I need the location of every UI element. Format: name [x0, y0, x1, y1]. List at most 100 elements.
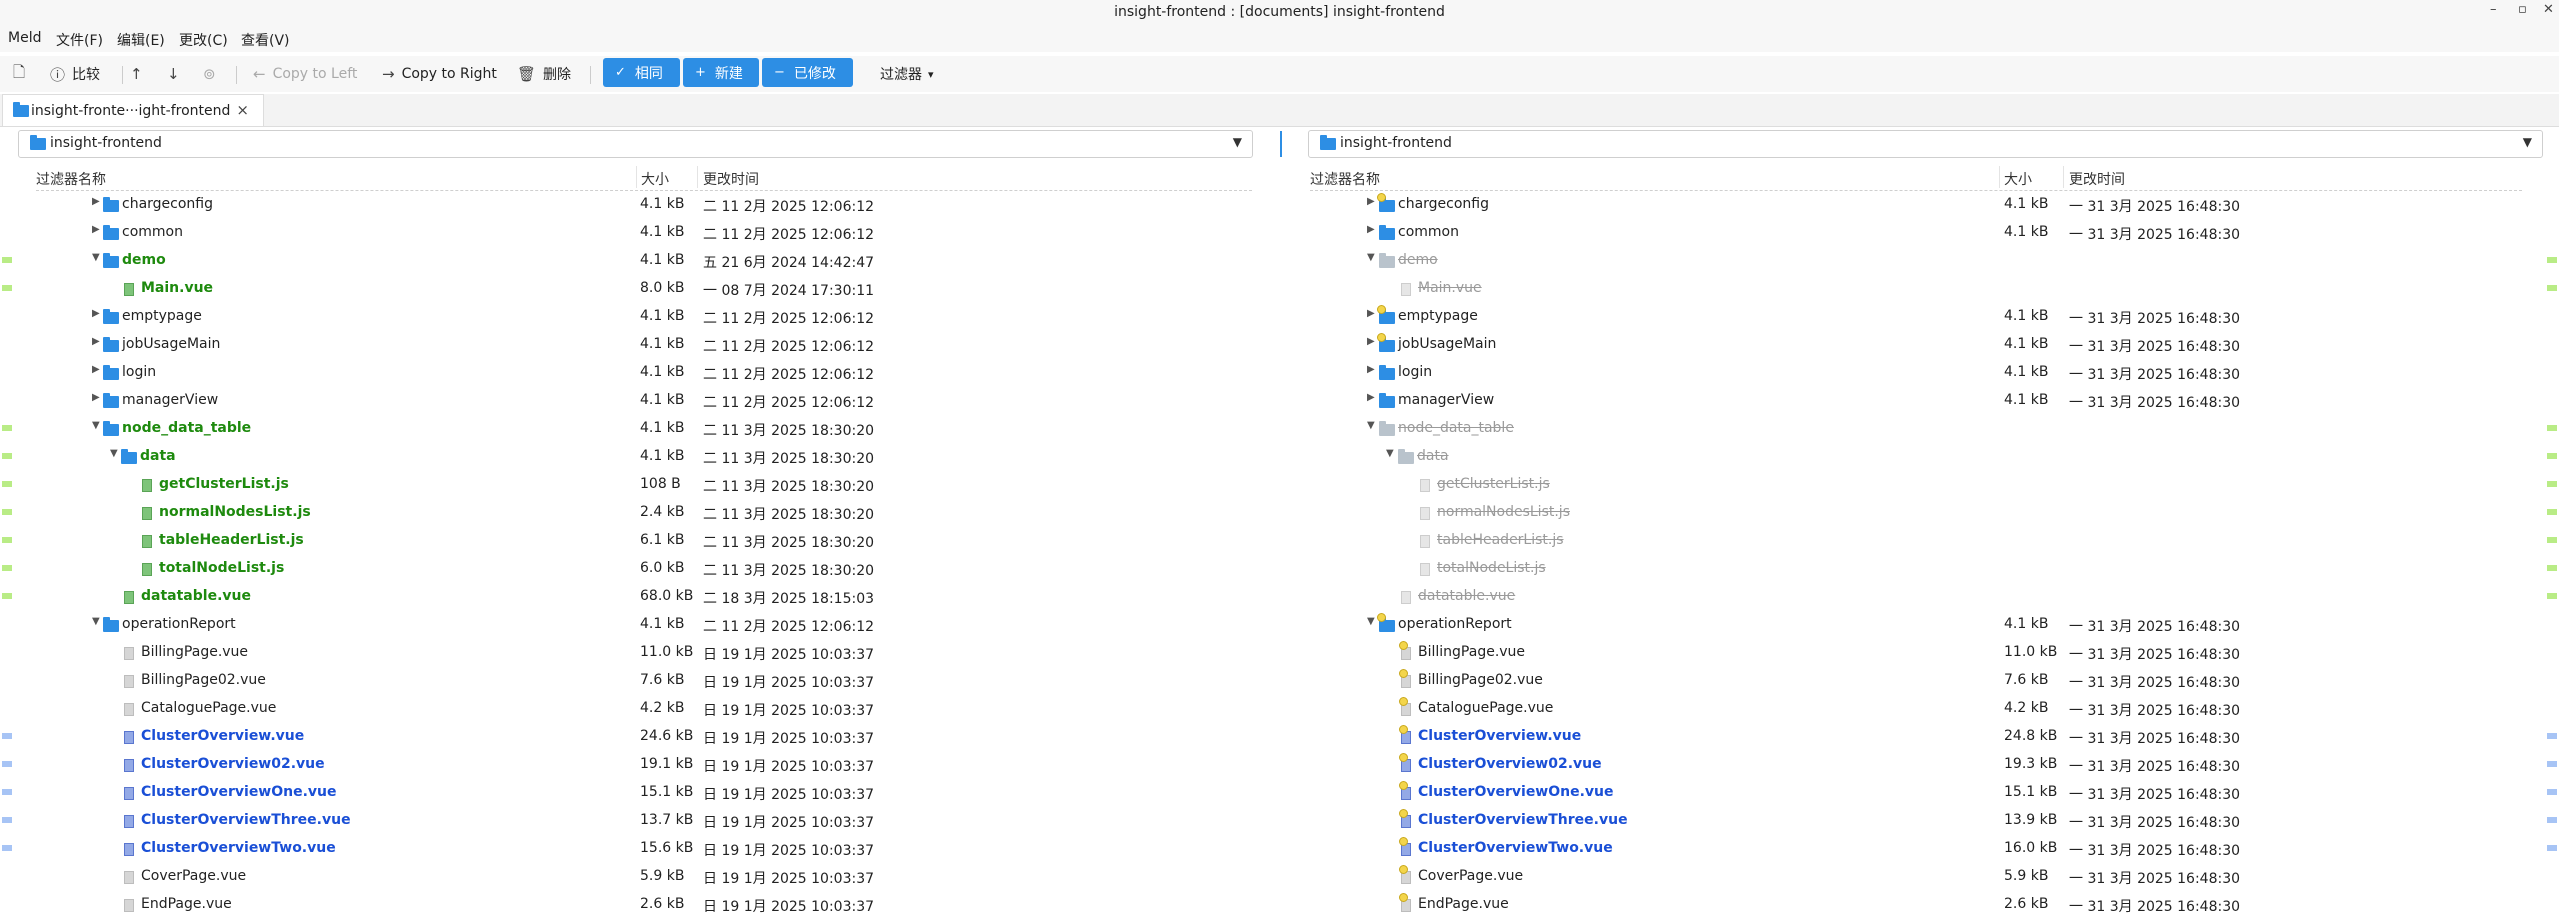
- expander-right-icon[interactable]: ▶: [1367, 308, 1375, 319]
- right-tree-row[interactable]: ClusterOverviewTwo.vue 16.0 kB 一 31 3月 202…: [0, 835, 2559, 863]
- show-same-toggle[interactable]: ✓ 相同: [603, 58, 680, 87]
- menu-changes[interactable]: 更改(C): [179, 30, 228, 50]
- right-tree-row[interactable]: ▶ common 4.1 kB 一 31 3月 2025 16:48:30: [0, 219, 2559, 247]
- left-gutter-marker: [2, 789, 12, 795]
- right-tree-row[interactable]: EndPage.vue 2.6 kB 一 31 3月 2025 16:48:30: [0, 891, 2559, 919]
- item-name: jobUsageMain: [1398, 336, 1497, 352]
- filter-label: 过滤器: [880, 67, 922, 83]
- new-comparison-button[interactable]: 🗋: [13, 62, 32, 86]
- copy-to-left-button[interactable]: ← Copy to Left: [253, 62, 357, 86]
- right-tree-row[interactable]: ▶ emptypage 4.1 kB 一 31 3月 2025 16:48:30: [0, 303, 2559, 331]
- menu-meld[interactable]: Meld: [8, 30, 41, 46]
- tab-strip: insight-fronte···ight-frontend ×: [0, 94, 2559, 127]
- menu-view[interactable]: 查看(V): [241, 30, 290, 50]
- right-tree-row[interactable]: CoverPage.vue 5.9 kB 一 31 3月 2025 16:48:30: [0, 863, 2559, 891]
- expander-right-icon[interactable]: ▶: [1367, 392, 1375, 403]
- right-tree-row[interactable]: totalNodeList.js: [0, 555, 2559, 583]
- compare-button[interactable]: ⓘ 比较: [50, 62, 100, 86]
- right-tree-row[interactable]: ▼ operationReport 4.1 kB 一 31 3月 2025 16:48…: [0, 611, 2559, 639]
- left-location-chooser[interactable]: insight-frontend ▼: [18, 130, 1253, 158]
- toolbar-divider: [122, 66, 123, 84]
- item-size: 4.1 kB: [2004, 224, 2049, 240]
- right-tree-row[interactable]: ClusterOverviewThree.vue 13.9 kB 一 31 3月 2…: [0, 807, 2559, 835]
- right-header-name[interactable]: 过滤器名称: [1310, 169, 1380, 189]
- right-tree-row[interactable]: getClusterList.js: [0, 471, 2559, 499]
- title-bar: insight-frontend : [documents] insight-f…: [0, 0, 2559, 26]
- new-label: 新建: [714, 65, 743, 82]
- expander-right-icon[interactable]: ▶: [1367, 364, 1375, 375]
- right-tree-row[interactable]: ▶ chargeconfig 4.1 kB 一 31 3月 2025 16:48:30: [0, 191, 2559, 219]
- filter-menu-button[interactable]: 过滤器 ▾: [880, 62, 934, 86]
- item-name: data: [1417, 448, 1449, 464]
- maximize-icon[interactable]: ▫: [2518, 2, 2527, 17]
- right-location-chooser[interactable]: insight-frontend ▼: [1308, 130, 2543, 158]
- stop-button[interactable]: ⊚: [203, 62, 223, 86]
- item-size: 15.1 kB: [2004, 784, 2058, 800]
- folder-icon: [1398, 449, 1414, 464]
- right-header-size[interactable]: 大小: [2004, 169, 2032, 189]
- right-tree-row[interactable]: ▶ login 4.1 kB 一 31 3月 2025 16:48:30: [0, 359, 2559, 387]
- right-gutter-marker: [2547, 453, 2557, 459]
- item-modified-time: 一 31 3月 2025 16:48:30: [2069, 647, 2241, 663]
- right-tree-row[interactable]: Main.vue: [0, 275, 2559, 303]
- left-gutter-marker: [2, 593, 12, 599]
- item-size: 24.8 kB: [2004, 728, 2058, 744]
- left-gutter-marker: [2, 481, 12, 487]
- left-gutter-marker: [2, 537, 12, 543]
- same-label: 相同: [634, 65, 663, 82]
- expander-right-icon[interactable]: ▶: [1367, 336, 1375, 347]
- right-tree-row[interactable]: ClusterOverview.vue 24.8 kB 一 31 3月 2025 1…: [0, 723, 2559, 751]
- previous-change-button[interactable]: ↑: [130, 62, 150, 86]
- right-gutter-marker: [2547, 761, 2557, 767]
- right-tree-row[interactable]: CataloguePage.vue 4.2 kB 一 31 3月 2025 16:4…: [0, 695, 2559, 723]
- right-tree-row[interactable]: BillingPage.vue 11.0 kB 一 31 3月 2025 16:48…: [0, 639, 2559, 667]
- item-name: BillingPage02.vue: [1418, 672, 1543, 688]
- expander-down-icon[interactable]: ▼: [1367, 420, 1375, 431]
- right-tree-row[interactable]: ▶ jobUsageMain 4.1 kB 一 31 3月 2025 16:48:30: [0, 331, 2559, 359]
- right-tree-row[interactable]: ▼ data: [0, 443, 2559, 471]
- expander-right-icon[interactable]: ▶: [1367, 224, 1375, 235]
- expander-right-icon[interactable]: ▶: [1367, 196, 1375, 207]
- checkmark-icon: ✓: [615, 65, 626, 80]
- show-new-toggle[interactable]: + 新建: [683, 58, 759, 87]
- right-tree-row[interactable]: BillingPage02.vue 7.6 kB 一 31 3月 2025 16:4…: [0, 667, 2559, 695]
- right-tree-row[interactable]: normalNodesList.js: [0, 499, 2559, 527]
- arrow-left-icon: ←: [253, 65, 266, 83]
- right-tree-row[interactable]: ▼ node_data_table: [0, 415, 2559, 443]
- changed-badge-icon: [1377, 333, 1386, 342]
- close-window-icon[interactable]: ✕: [2543, 2, 2554, 17]
- menu-edit[interactable]: 编辑(E): [117, 30, 165, 50]
- item-modified-time: 一 31 3月 2025 16:48:30: [2069, 619, 2241, 635]
- folder-icon: [1379, 225, 1395, 240]
- menu-file[interactable]: 文件(F): [56, 30, 103, 50]
- left-header-name[interactable]: 过滤器名称: [36, 169, 106, 189]
- right-header-time[interactable]: 更改时间: [2069, 169, 2125, 189]
- expander-down-icon[interactable]: ▼: [1367, 252, 1375, 263]
- copy-to-right-button[interactable]: → Copy to Right: [382, 62, 497, 86]
- expander-down-icon[interactable]: ▼: [1367, 616, 1375, 627]
- close-tab-icon[interactable]: ×: [236, 101, 249, 119]
- expander-down-icon[interactable]: ▼: [1386, 448, 1394, 459]
- show-modified-toggle[interactable]: − 已修改: [762, 58, 853, 87]
- item-name: Main.vue: [1418, 280, 1482, 296]
- copy-to-right-label: Copy to Right: [401, 66, 497, 82]
- right-gutter-marker: [2547, 257, 2557, 263]
- right-tree-row[interactable]: datatable.vue: [0, 583, 2559, 611]
- tab-comparison[interactable]: insight-fronte···ight-frontend ×: [2, 94, 264, 126]
- right-tree-row[interactable]: ClusterOverviewOne.vue 15.1 kB 一 31 3月 202…: [0, 779, 2559, 807]
- next-change-button[interactable]: ↓: [167, 62, 187, 86]
- right-tree-row[interactable]: tableHeaderList.js: [0, 527, 2559, 555]
- right-gutter-marker: [2547, 481, 2557, 487]
- right-tree-row[interactable]: ▼ demo: [0, 247, 2559, 275]
- left-header-time[interactable]: 更改时间: [703, 169, 759, 189]
- changed-badge-icon: [1377, 193, 1386, 202]
- right-tree-row[interactable]: ClusterOverview02.vue 19.3 kB 一 31 3月 2025…: [0, 751, 2559, 779]
- right-gutter-marker: [2547, 817, 2557, 823]
- minimize-icon[interactable]: –: [2490, 2, 2497, 17]
- pane-divider[interactable]: [1280, 131, 1282, 157]
- right-tree-row[interactable]: ▶ managerView 4.1 kB 一 31 3月 2025 16:48:30: [0, 387, 2559, 415]
- left-gutter-marker: [2, 285, 12, 291]
- delete-button[interactable]: 🗑 删除: [517, 62, 571, 86]
- changed-badge-icon: [1399, 697, 1408, 706]
- left-header-size[interactable]: 大小: [641, 169, 669, 189]
